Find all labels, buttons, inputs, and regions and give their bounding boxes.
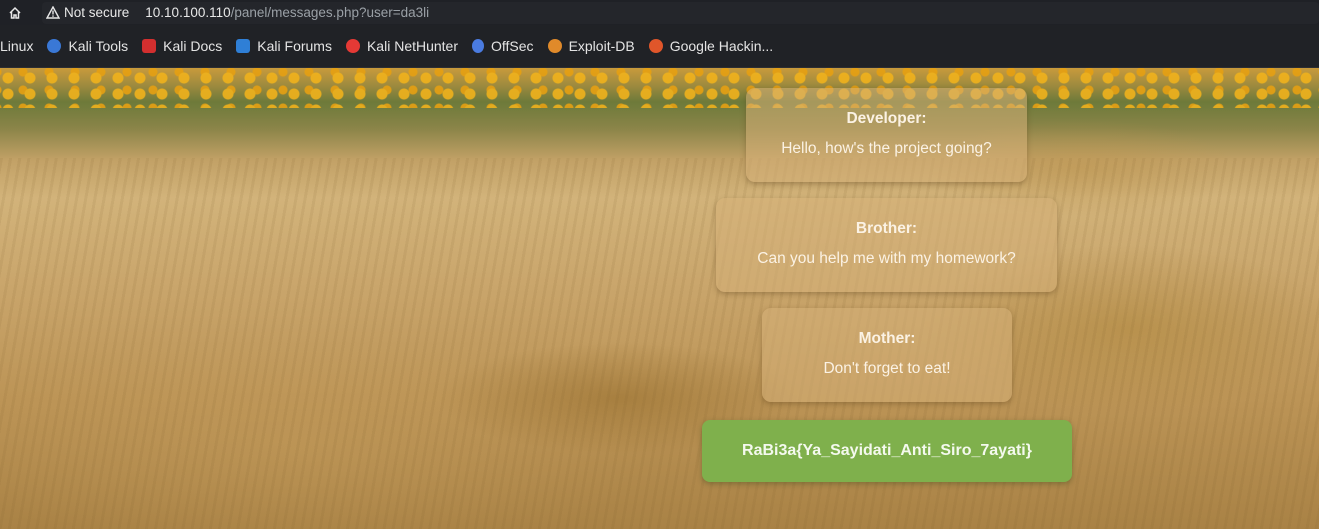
url-host: 10.10.100.110 (145, 5, 231, 20)
kali-docs-icon (142, 39, 157, 53)
url-path: /panel/messages.php?user=da3li (230, 5, 430, 20)
message-card: Developer: Hello, how's the project goin… (746, 88, 1027, 182)
bookmark-kali-tools[interactable]: Kali Tools (47, 38, 128, 54)
bookmark-label: Kali Docs (163, 38, 223, 54)
message-sender: Mother: (858, 330, 916, 347)
bookmark-label: Linux (0, 38, 34, 54)
messages-page: Developer: Hello, how's the project goin… (0, 68, 1319, 529)
address-bar[interactable]: Not secure 10.10.100.110/panel/messages.… (42, 1, 1319, 24)
message-card: Brother: Can you help me with my homewor… (716, 198, 1057, 292)
browser-url-bar: Not secure 10.10.100.110/panel/messages.… (0, 0, 1319, 25)
security-label: Not secure (64, 5, 130, 20)
bookmark-label: Google Hackin... (669, 38, 774, 54)
kali-tools-icon (47, 39, 62, 53)
message-text: Don't forget to eat! (823, 360, 951, 377)
warning-icon (46, 6, 60, 19)
bookmark-kali-docs[interactable]: Kali Docs (142, 38, 222, 54)
message-text: Hello, how's the project going? (781, 140, 992, 157)
home-button[interactable] (4, 2, 26, 24)
google-hacking-icon (648, 39, 663, 53)
bookmark-offsec[interactable]: OffSec (472, 38, 534, 54)
bookmark-label: Exploit-DB (568, 38, 635, 54)
message-sender: Developer: (846, 110, 927, 127)
exploit-db-icon (547, 39, 562, 53)
bookmark-label: Kali Tools (68, 38, 129, 54)
message-card: Mother: Don't forget to eat! (762, 308, 1012, 402)
background-field (0, 158, 1319, 529)
bookmark-label: Kali NetHunter (366, 38, 459, 54)
security-indicator[interactable]: Not secure (42, 5, 139, 20)
home-icon (9, 6, 21, 19)
kali-forums-icon (236, 39, 251, 53)
flag-message: RaBi3a{Ya_Sayidati_Anti_Siro_7ayati} (702, 420, 1072, 482)
bookmark-google-hacking[interactable]: Google Hackin... (648, 38, 774, 54)
kali-nethunter-icon (345, 39, 360, 53)
bookmark-label: Kali Forums (257, 38, 332, 54)
message-sender: Brother: (855, 220, 918, 237)
background-sunflowers (0, 68, 1319, 108)
bookmark-kali-nethunter[interactable]: Kali NetHunter (345, 38, 459, 54)
bookmark-linux[interactable]: Linux (0, 38, 33, 54)
bookmark-label: OffSec (491, 38, 534, 54)
message-text: Can you help me with my homework? (757, 250, 1016, 267)
offsec-icon (472, 39, 485, 53)
bookmarks-bar: Linux Kali Tools Kali Docs Kali Forums K… (0, 25, 1319, 68)
bookmark-kali-forums[interactable]: Kali Forums (236, 38, 332, 54)
bookmark-exploit-db[interactable]: Exploit-DB (547, 38, 635, 54)
